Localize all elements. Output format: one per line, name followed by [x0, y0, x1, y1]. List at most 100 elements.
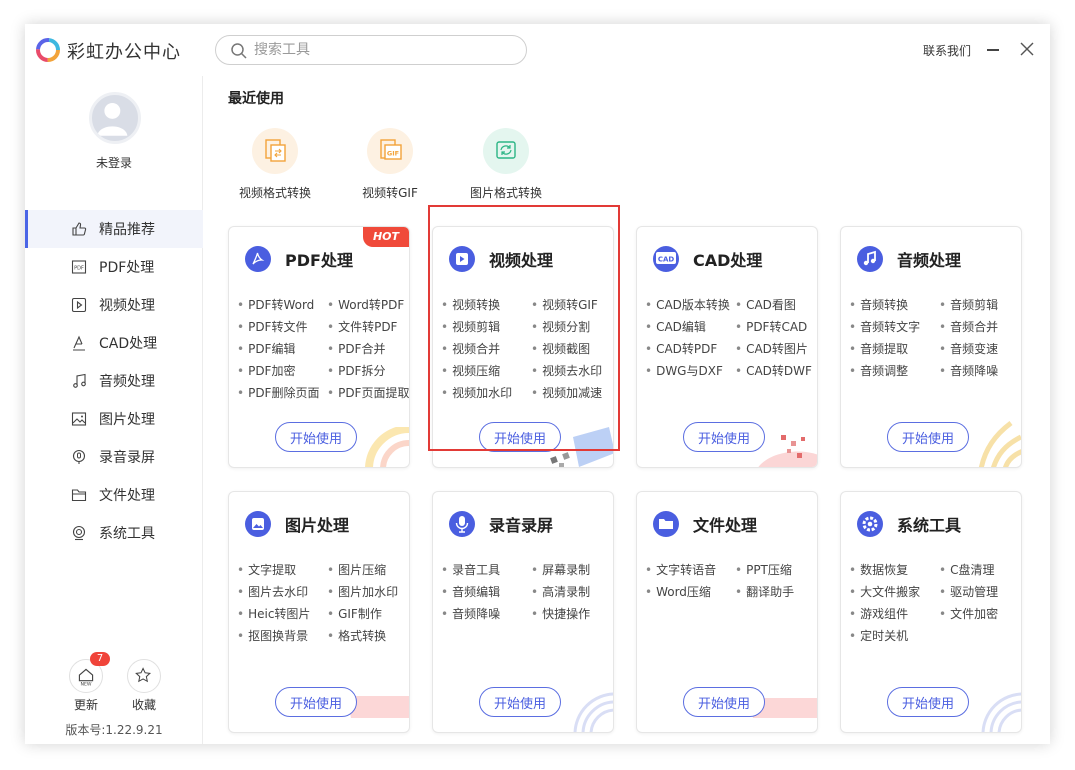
svg-text:GIF: GIF	[387, 150, 399, 158]
update-label: 更新	[73, 698, 98, 712]
sidebar-item-video[interactable]: 视频处理	[25, 286, 203, 324]
feature-item[interactable]: PDF加密	[237, 363, 327, 379]
feature-item[interactable]: PDF转CAD	[735, 319, 817, 335]
start-button[interactable]: 开始使用	[683, 422, 765, 452]
feature-item[interactable]: Word压缩	[645, 584, 735, 600]
start-button[interactable]: 开始使用	[887, 422, 969, 452]
start-button[interactable]: 开始使用	[887, 687, 969, 717]
feature-item[interactable]: 格式转换	[327, 628, 409, 644]
sidebar-item-system[interactable]: 系统工具	[25, 514, 203, 552]
feature-item[interactable]: CAD转PDF	[645, 341, 735, 357]
feature-item[interactable]: PDF合并	[327, 341, 409, 357]
feature-item[interactable]: 图片加水印	[327, 584, 409, 600]
star-icon	[135, 667, 152, 683]
feature-item[interactable]: CAD转DWF	[735, 363, 817, 379]
feature-item[interactable]: 文件加密	[939, 606, 1021, 622]
sidebar-item-cad[interactable]: CAD处理	[25, 324, 203, 362]
feature-item[interactable]: 抠图换背景	[237, 628, 327, 644]
video-icon	[71, 297, 87, 313]
close-icon[interactable]	[1019, 41, 1035, 57]
feature-item[interactable]: 音频降噪	[441, 606, 531, 622]
title-bar: 彩虹办公中心 联系我们	[25, 24, 1050, 76]
feature-item[interactable]: 音频编辑	[441, 584, 531, 600]
sidebar-item-label: CAD处理	[99, 336, 158, 352]
pdf-acrobat-icon	[245, 246, 271, 272]
feature-item[interactable]: PDF删除页面	[237, 385, 327, 401]
feature-item[interactable]: 文件转PDF	[327, 319, 409, 335]
feature-item[interactable]: 文字转语音	[645, 562, 735, 578]
start-button[interactable]: 开始使用	[275, 422, 357, 452]
recent-item-label: 视频转GIF	[362, 186, 418, 200]
feature-item[interactable]: 音频提取	[849, 341, 939, 357]
feature-item[interactable]: 音频转文字	[849, 319, 939, 335]
feature-item[interactable]: CAD看图	[735, 297, 817, 313]
update-button[interactable]: NEW 7 更新	[69, 652, 110, 713]
favorite-label: 收藏	[131, 698, 156, 712]
login-status[interactable]: 未登录	[25, 154, 203, 171]
feature-item[interactable]: PDF页面提取	[327, 385, 409, 401]
card-header: 图片处理	[245, 510, 349, 538]
sidebar-item-image[interactable]: 图片处理	[25, 400, 203, 438]
start-button[interactable]: 开始使用	[683, 687, 765, 717]
search-input[interactable]	[254, 40, 514, 60]
recent-item-video-gif[interactable]: GIF 视频转GIF	[345, 128, 435, 201]
sidebar-item-audio[interactable]: 音频处理	[25, 362, 203, 400]
feature-item[interactable]: 驱动管理	[939, 584, 1021, 600]
feature-item[interactable]: PDF拆分	[327, 363, 409, 379]
sidebar-item-files[interactable]: 文件处理	[25, 476, 203, 514]
card-title: PDF处理	[285, 251, 353, 270]
feature-item[interactable]: 音频调整	[849, 363, 939, 379]
feature-item[interactable]: 录音工具	[441, 562, 531, 578]
feature-item[interactable]: 音频合并	[939, 319, 1021, 335]
feature-item[interactable]: PDF转Word	[237, 297, 327, 313]
favorite-button[interactable]: 收藏	[127, 659, 161, 713]
feature-item[interactable]: PPT压缩	[735, 562, 817, 578]
sidebar-item-label: 视频处理	[99, 298, 155, 314]
feature-item[interactable]: 音频降噪	[939, 363, 1021, 379]
search-box[interactable]	[215, 35, 527, 65]
feature-item[interactable]: 大文件搬家	[849, 584, 939, 600]
feature-item[interactable]: 文字提取	[237, 562, 327, 578]
feature-item[interactable]: PDF编辑	[237, 341, 327, 357]
feature-item[interactable]: PDF转文件	[237, 319, 327, 335]
card-header: 文件处理	[653, 510, 757, 538]
sidebar-item-pdf[interactable]: PDF PDF处理	[25, 248, 203, 286]
avatar[interactable]	[89, 92, 141, 144]
sidebar-nav: 精品推荐 PDF PDF处理 视频处理 CAD处理 音频处理 图片处理 录音录屏…	[25, 210, 203, 552]
card-title: 录音录屏	[489, 516, 554, 535]
gear-icon	[857, 511, 883, 537]
feature-item[interactable]: CAD版本转换	[645, 297, 735, 313]
card-image: 图片处理 文字提取 图片压缩 图片去水印 图片加水印 Heic转图片 GIF制作…	[228, 491, 410, 733]
feature-item[interactable]: CAD编辑	[645, 319, 735, 335]
feature-item[interactable]: Word转PDF	[327, 297, 409, 313]
feature-item[interactable]: 翻译助手	[735, 584, 817, 600]
feature-item[interactable]: 游戏组件	[849, 606, 939, 622]
feature-item[interactable]: DWG与DXF	[645, 363, 735, 379]
recent-item-video-format[interactable]: 视频格式转换	[230, 128, 320, 201]
start-button[interactable]: 开始使用	[275, 687, 357, 717]
feature-item[interactable]: 音频剪辑	[939, 297, 1021, 313]
card-header: 录音录屏	[449, 510, 553, 538]
feature-item[interactable]: 高清录制	[531, 584, 613, 600]
feature-item[interactable]: 数据恢复	[849, 562, 939, 578]
feature-item[interactable]: 图片压缩	[327, 562, 409, 578]
card-header: 音频处理	[857, 245, 961, 273]
recent-item-image-format[interactable]: 图片格式转换	[461, 128, 551, 201]
feature-item[interactable]: GIF制作	[327, 606, 409, 622]
sidebar-item-featured[interactable]: 精品推荐	[25, 210, 203, 248]
contact-us-link[interactable]: 联系我们	[923, 42, 971, 59]
feature-item[interactable]: C盘清理	[939, 562, 1021, 578]
feature-item[interactable]: Heic转图片	[237, 606, 327, 622]
feature-item[interactable]: 快捷操作	[531, 606, 613, 622]
feature-item[interactable]: 音频转换	[849, 297, 939, 313]
feature-list: PDF转Word Word转PDF PDF转文件 文件转PDF PDF编辑 PD…	[237, 297, 409, 401]
start-button[interactable]: 开始使用	[479, 687, 561, 717]
sidebar-item-recording[interactable]: 录音录屏	[25, 438, 203, 476]
feature-item[interactable]: 图片去水印	[237, 584, 327, 600]
feature-item[interactable]: 定时关机	[849, 628, 939, 644]
feature-item[interactable]: 屏幕录制	[531, 562, 613, 578]
svg-text:CAD: CAD	[658, 256, 675, 264]
minimize-icon[interactable]	[987, 49, 999, 51]
feature-item[interactable]: 音频变速	[939, 341, 1021, 357]
feature-item[interactable]: CAD转图片	[735, 341, 817, 357]
